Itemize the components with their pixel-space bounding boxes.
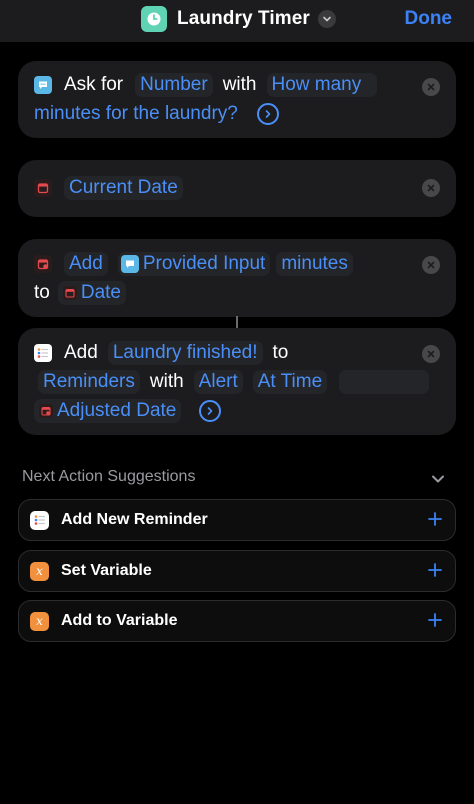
- variable-icon: x: [30, 611, 49, 631]
- at-time-token[interactable]: At Time: [252, 370, 328, 394]
- time-value-token[interactable]: [339, 370, 430, 394]
- calendar-adjust-icon: [34, 255, 52, 273]
- to-label: to: [272, 342, 289, 363]
- current-date-action[interactable]: Current Date: [18, 160, 456, 217]
- expand-chevron-icon[interactable]: [256, 103, 279, 125]
- to-label: to: [34, 282, 50, 303]
- add-label: Add: [64, 342, 98, 363]
- remove-action-icon[interactable]: [422, 345, 440, 363]
- shortcut-title: Laundry Timer: [177, 8, 310, 29]
- timer-icon: [141, 6, 167, 32]
- date-token[interactable]: Date: [57, 281, 126, 305]
- suggestion-label: Add to Variable: [61, 612, 178, 629]
- suggestions-header: Next Action Suggestions: [22, 468, 452, 490]
- with-label: with: [222, 74, 257, 95]
- suggestion-add-to-variable[interactable]: x Add to Variable: [18, 600, 456, 642]
- operation-token[interactable]: Add: [64, 252, 108, 276]
- prompt-token-line1[interactable]: How many: [266, 73, 378, 97]
- ask-input-icon: [34, 76, 52, 94]
- minutes-unit-token[interactable]: minutes: [276, 252, 353, 276]
- ask-input-icon: [120, 255, 139, 273]
- with-label: with: [149, 371, 184, 392]
- calendar-icon: [62, 286, 77, 300]
- prompt-token-line2[interactable]: minutes for the laundry?: [34, 102, 243, 126]
- date-label: Date: [80, 282, 121, 303]
- reminders-icon: [30, 510, 49, 530]
- adjusted-date-token[interactable]: Adjusted Date: [34, 399, 182, 423]
- adjust-date-action[interactable]: Add Provided Input minutes to Date: [18, 239, 456, 317]
- suggestion-label: Add New Reminder: [61, 511, 208, 528]
- list-token[interactable]: Reminders: [38, 370, 140, 394]
- remove-action-icon[interactable]: [422, 256, 440, 274]
- remove-action-icon[interactable]: [422, 179, 440, 197]
- ask-for-label: Ask for: [64, 74, 124, 95]
- suggestions-title: Next Action Suggestions: [22, 468, 196, 485]
- adjusted-date-label: Adjusted Date: [57, 400, 177, 421]
- current-date-token[interactable]: Current Date: [64, 176, 183, 200]
- add-reminder-action[interactable]: Add Laundry finished! to Reminders with …: [18, 328, 456, 435]
- suggestion-set-variable[interactable]: x Set Variable: [18, 550, 456, 592]
- reminder-title-token[interactable]: Laundry finished!: [107, 341, 263, 365]
- plus-icon[interactable]: [427, 511, 443, 532]
- action-connector: [236, 316, 238, 328]
- remove-action-icon[interactable]: [422, 78, 440, 96]
- provided-input-label: Provided Input: [142, 253, 266, 274]
- calendar-adjust-icon: [39, 404, 53, 418]
- expand-chevron-icon[interactable]: [199, 400, 222, 422]
- plus-icon[interactable]: [427, 562, 443, 583]
- suggestion-label: Set Variable: [61, 562, 152, 579]
- chevron-down-icon[interactable]: [317, 10, 336, 28]
- reminders-icon: [34, 344, 52, 362]
- variable-icon: x: [30, 561, 49, 581]
- calendar-icon: [34, 179, 52, 197]
- alert-token[interactable]: Alert: [193, 370, 243, 394]
- shortcut-title-group[interactable]: Laundry Timer: [141, 5, 336, 33]
- plus-icon[interactable]: [427, 612, 443, 633]
- provided-input-token[interactable]: Provided Input: [117, 252, 271, 276]
- chevron-down-icon[interactable]: [430, 471, 446, 492]
- nav-bar: Laundry Timer Done: [0, 0, 474, 42]
- suggestion-add-new-reminder[interactable]: Add New Reminder: [18, 499, 456, 541]
- ask-for-input-action[interactable]: Ask for Number with How many minutes for…: [18, 61, 456, 138]
- input-type-token[interactable]: Number: [135, 73, 213, 97]
- done-button[interactable]: Done: [405, 8, 453, 30]
